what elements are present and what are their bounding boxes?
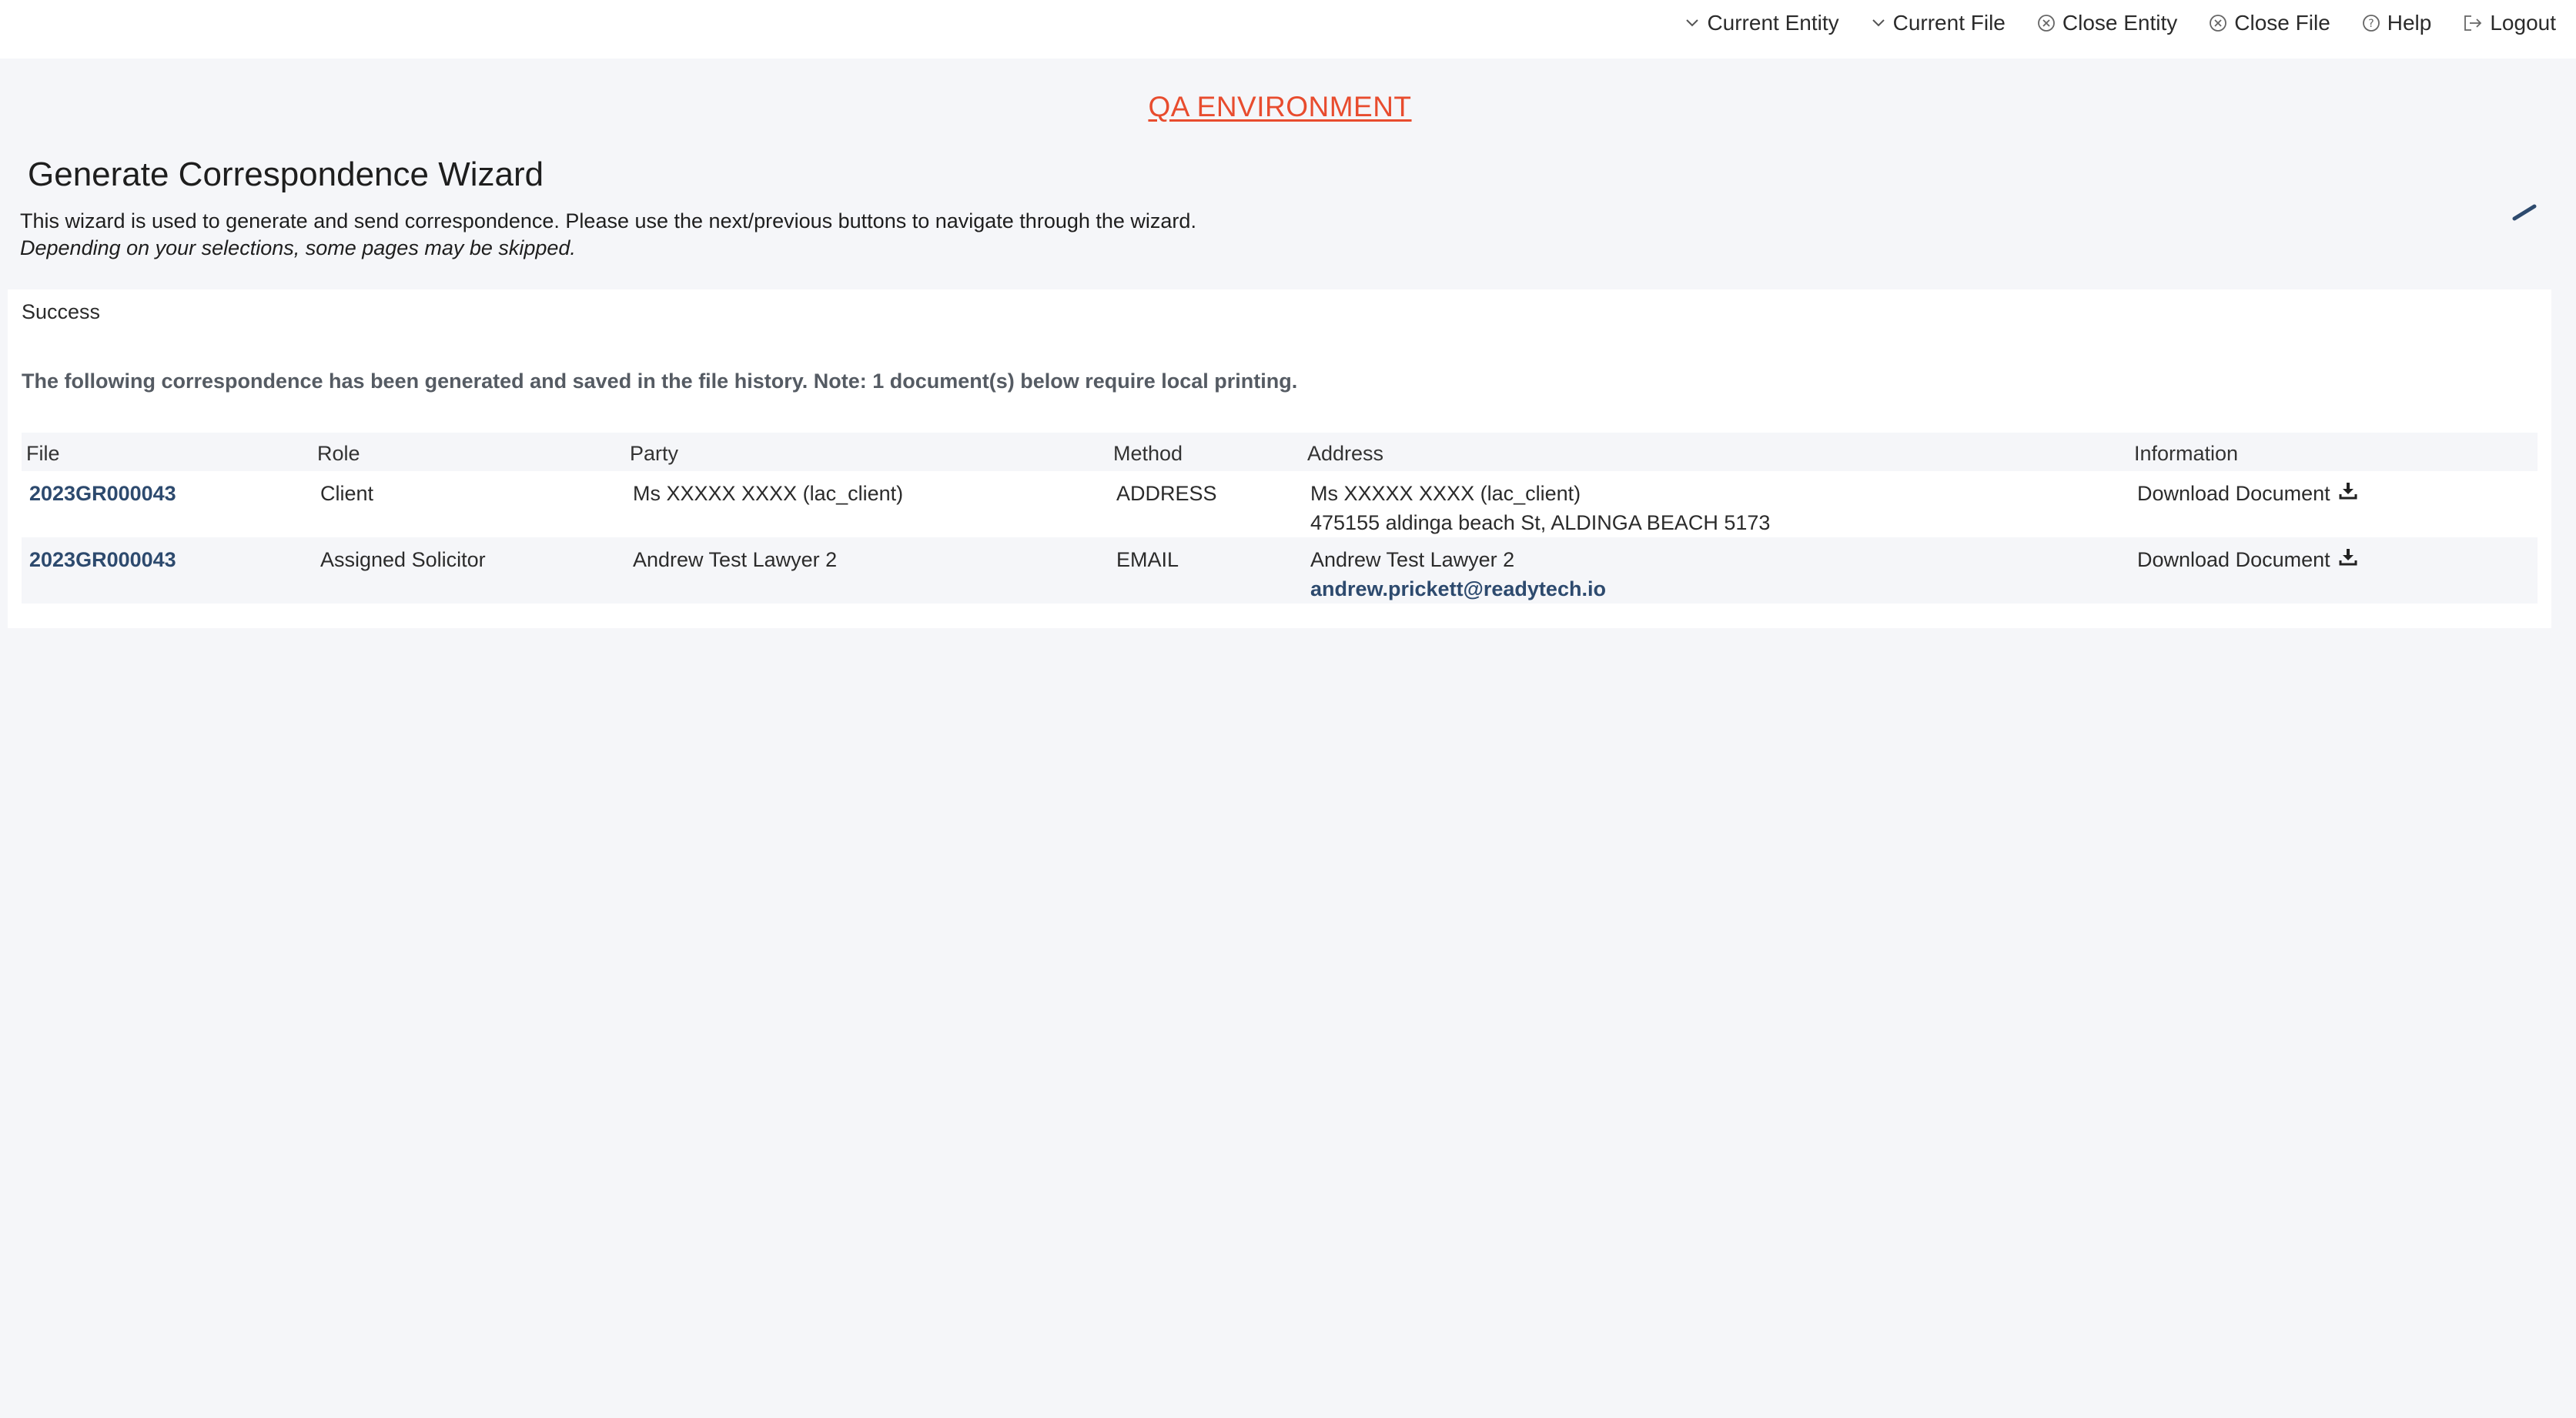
email-link[interactable]: andrew.prickett@readytech.io xyxy=(1310,574,1606,604)
top-bar: Current Entity Current File Close Entity… xyxy=(0,0,2576,59)
table-row: 2023GR000043 Assigned Solicitor Andrew T… xyxy=(22,537,2538,604)
current-file-label: Current File xyxy=(1892,11,2006,35)
result-message: The following correspondence has been ge… xyxy=(22,370,1298,393)
party-cell: Ms XXXXX XXXX (lac_client) xyxy=(633,482,904,505)
role-cell: Assigned Solicitor xyxy=(320,548,486,571)
address-line: Ms XXXXX XXXX (lac_client) xyxy=(1310,482,1581,505)
close-circle-icon xyxy=(2036,13,2056,33)
help-button[interactable]: ? Help xyxy=(2361,11,2432,35)
file-link[interactable]: 2023GR000043 xyxy=(29,545,176,574)
file-link[interactable]: 2023GR000043 xyxy=(29,479,176,508)
current-entity-label: Current Entity xyxy=(1707,11,1839,35)
method-cell: ADDRESS xyxy=(1116,482,1217,505)
address-line: Andrew Test Lawyer 2 xyxy=(1310,548,1515,571)
party-cell: Andrew Test Lawyer 2 xyxy=(633,548,838,571)
download-icon xyxy=(2338,479,2358,508)
download-icon xyxy=(2338,545,2358,574)
column-header-role: Role xyxy=(317,442,360,465)
page-title: Generate Correspondence Wizard xyxy=(28,156,544,193)
logout-icon xyxy=(2462,13,2484,33)
logout-button[interactable]: Logout xyxy=(2462,11,2556,35)
wizard-description-text: This wizard is used to generate and send… xyxy=(20,209,1196,232)
column-header-address: Address xyxy=(1307,442,1384,465)
close-circle-icon xyxy=(2208,13,2228,33)
close-file-label: Close File xyxy=(2234,11,2330,35)
download-document-link[interactable]: Download Document xyxy=(2137,545,2358,574)
column-header-file: File xyxy=(26,442,60,465)
address-line: 475155 aldinga beach St, ALDINGA BEACH 5… xyxy=(1310,511,1771,534)
result-panel: Success The following correspondence has… xyxy=(8,289,2551,628)
chevron-down-icon xyxy=(1870,15,1887,32)
wizard-description: This wizard is used to generate and send… xyxy=(20,208,1196,262)
wizard-note: Depending on your selections, some pages… xyxy=(20,236,576,259)
download-document-label: Download Document xyxy=(2137,482,2330,505)
role-cell: Client xyxy=(320,482,374,505)
logout-label: Logout xyxy=(2490,11,2556,35)
top-navigation: Current Entity Current File Close Entity… xyxy=(1684,0,2556,46)
help-circle-icon: ? xyxy=(2361,13,2381,33)
address-cell: Andrew Test Lawyer 2 andrew.prickett@rea… xyxy=(1310,545,1606,604)
close-entity-label: Close Entity xyxy=(2062,11,2178,35)
chevron-down-icon xyxy=(1684,15,1701,32)
correspondence-table: File Role Party Method Address Informati… xyxy=(22,433,2538,604)
column-header-party: Party xyxy=(630,442,679,465)
current-entity-menu[interactable]: Current Entity xyxy=(1684,11,1839,35)
close-entity-button[interactable]: Close Entity xyxy=(2036,11,2177,35)
table-header: File Role Party Method Address Informati… xyxy=(22,433,2538,471)
help-label: Help xyxy=(2387,11,2432,35)
environment-banner: QA ENVIRONMENT xyxy=(1148,91,1412,122)
column-header-method: Method xyxy=(1113,442,1183,465)
svg-text:?: ? xyxy=(2368,18,2374,30)
download-document-link[interactable]: Download Document xyxy=(2137,479,2358,508)
column-header-information: Information xyxy=(2134,442,2239,465)
download-document-label: Download Document xyxy=(2137,548,2330,571)
pencil-icon[interactable] xyxy=(2510,203,2541,226)
status-label: Success xyxy=(22,300,101,323)
address-cell: Ms XXXXX XXXX (lac_client) 475155 alding… xyxy=(1310,479,1770,537)
close-file-button[interactable]: Close File xyxy=(2208,11,2330,35)
method-cell: EMAIL xyxy=(1116,548,1179,571)
current-file-menu[interactable]: Current File xyxy=(1870,11,2006,35)
table-row: 2023GR000043 Client Ms XXXXX XXXX (lac_c… xyxy=(22,471,2538,537)
